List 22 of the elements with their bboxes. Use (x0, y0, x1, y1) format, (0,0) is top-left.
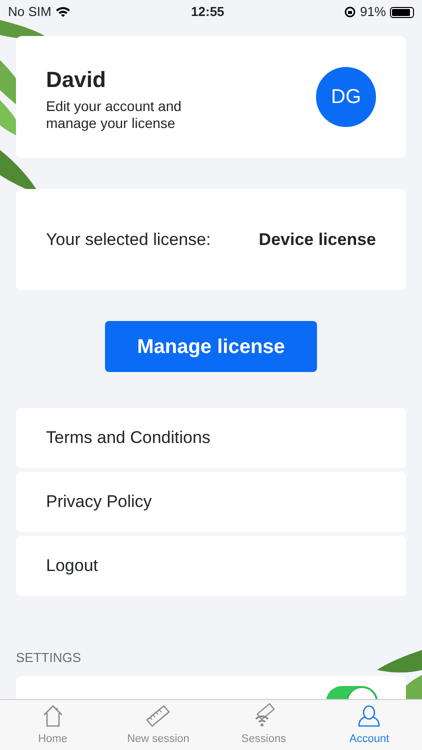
battery-percentage: 91% (360, 3, 386, 22)
avatar: DG (316, 67, 376, 127)
tab-bar-item[interactable]: New session (106, 700, 211, 750)
menu-item[interactable]: Logout (16, 536, 406, 596)
carrier-label: No SIM (8, 3, 52, 22)
profile-name: David (46, 66, 107, 94)
manage-license-button[interactable]: Manage license (105, 321, 317, 372)
menu-item[interactable]: Privacy Policy (16, 472, 406, 532)
tab-bar-item[interactable]: Account (316, 700, 422, 750)
profile-subtitle: Edit your account and manage your license (46, 98, 182, 132)
wifi-icon (55, 6, 72, 18)
tab-bar-item[interactable]: Home (0, 700, 106, 750)
clock: 12:55 (191, 3, 224, 22)
tab-bar-item[interactable]: Sessions (211, 700, 316, 750)
person-icon (356, 703, 382, 729)
battery-icon (390, 6, 414, 18)
license-label: Your selected license: (46, 228, 211, 251)
license-value: Device license (258, 228, 376, 251)
section-heading: SETTINGS (16, 649, 82, 667)
ruler-icon (145, 703, 172, 729)
menu-item[interactable]: Terms and Conditions (16, 408, 406, 468)
rotation-lock-icon (344, 6, 356, 18)
